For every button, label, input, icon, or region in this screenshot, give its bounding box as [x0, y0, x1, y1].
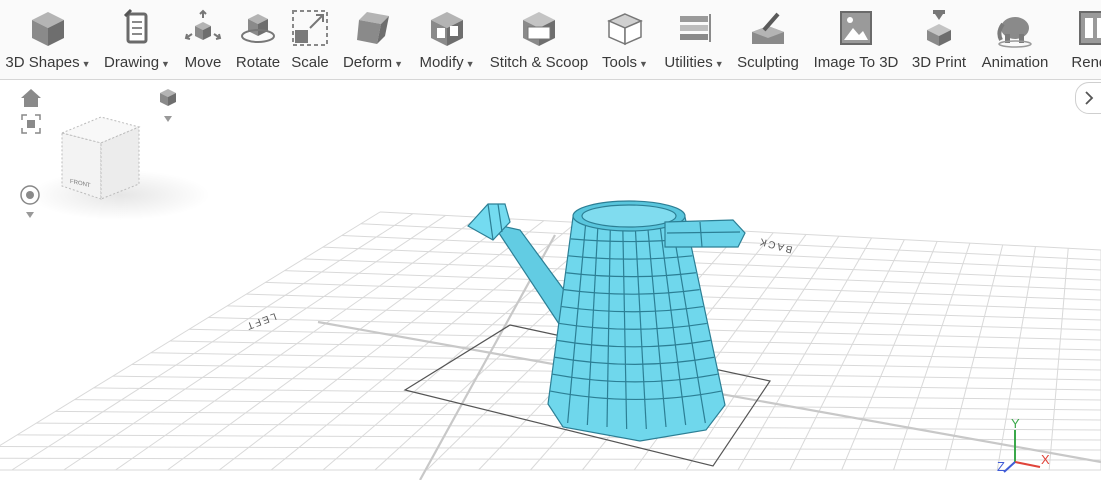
- toolbar-deform-label: Deform: [342, 54, 393, 71]
- toolbar-animation-button[interactable]: Animation: [977, 0, 1053, 78]
- grid-label-back: BACK: [757, 235, 794, 255]
- home-icon[interactable]: [20, 88, 42, 108]
- 3d-viewport[interactable]: LEFT BACK FRONT Y X Z: [0, 80, 1101, 480]
- toolbar-tools-button[interactable]: Tools ▼: [598, 0, 652, 78]
- toolbar-deform-button[interactable]: Deform ▼: [338, 0, 408, 78]
- axis-z-label: Z: [997, 459, 1005, 474]
- toolbar-utilities-label: Utilities: [664, 54, 713, 71]
- toolbar-stitch-scoop-label: Stitch & Scoop: [489, 54, 589, 71]
- printer-3d-icon: [927, 10, 951, 46]
- toolbar-rotate-button[interactable]: Rotate: [232, 0, 284, 78]
- view-cube[interactable]: FRONT: [60, 116, 141, 200]
- scene-canvas[interactable]: LEFT BACK FRONT Y X Z: [0, 80, 1101, 480]
- toolbar-render-button[interactable]: Render: [1060, 0, 1101, 78]
- elephant-animation-icon: [997, 17, 1032, 48]
- stitch-scoop-icon: [523, 12, 555, 46]
- toolbar-drawing-button[interactable]: Drawing ▼: [97, 0, 177, 78]
- chevron-down-icon: ▼: [394, 59, 404, 69]
- toolbar-drawing-label: Drawing: [104, 54, 160, 71]
- toolbar-image-to-3d-button[interactable]: Image To 3D: [810, 0, 902, 78]
- grid-line: [789, 239, 905, 471]
- toolbar-move-button[interactable]: Move: [180, 0, 226, 78]
- watering-can-model[interactable]: [467, 200, 746, 442]
- toolbar-stitch-scoop-button[interactable]: Stitch & Scoop: [487, 0, 591, 78]
- toolbar-3d-shapes-button[interactable]: 3D Shapes ▼: [0, 0, 96, 78]
- toolbar-rotate-label: Rotate: [235, 54, 281, 71]
- move-arrows-icon: [184, 9, 222, 40]
- toolbar-modify-label: Modify: [419, 54, 464, 71]
- chevron-down-icon: ▼: [639, 59, 648, 69]
- toolbar-sculpting-button[interactable]: Sculpting: [734, 0, 802, 78]
- utilities-layers-icon: [680, 14, 711, 42]
- grid-line: [841, 241, 938, 471]
- drawing-tablet-icon: [123, 8, 148, 44]
- toolbar-render-label: Render: [1071, 54, 1101, 71]
- toolbar-3d-print-label: 3D Print: [911, 54, 967, 71]
- grid-label-left: LEFT: [243, 310, 277, 331]
- cube-icon: [32, 12, 64, 46]
- toolbar-scale-label: Scale: [291, 54, 329, 71]
- chevron-down-icon: ▼: [714, 59, 724, 69]
- orbit-settings-icon[interactable]: [18, 184, 42, 220]
- toolbar-3d-print-button[interactable]: 3D Print: [908, 0, 970, 78]
- image-picture-icon: [840, 11, 872, 45]
- chevron-down-icon: ▼: [81, 59, 91, 69]
- toolbar-scale-button[interactable]: Scale: [289, 0, 331, 78]
- render-frame-icon: [1079, 11, 1101, 45]
- scale-box-icon: [292, 10, 328, 46]
- toolbar-tools-label: Tools: [602, 54, 638, 71]
- chevron-down-icon: ▼: [465, 59, 475, 69]
- fit-view-icon[interactable]: [20, 113, 42, 135]
- toolbar-modify-button[interactable]: Modify ▼: [414, 0, 480, 78]
- view-mode-icon[interactable]: [156, 86, 180, 124]
- modify-cube-icon: [431, 12, 463, 46]
- sculpting-brush-icon: [752, 12, 784, 44]
- axis-y-label: Y: [1011, 416, 1020, 431]
- tools-box-icon: [607, 13, 643, 46]
- chevron-down-icon: ▼: [161, 59, 170, 69]
- main-toolbar: 3D Shapes ▼ Drawing ▼ Move Rotate Scale …: [0, 0, 1101, 80]
- toolbar-animation-label: Animation: [981, 54, 1049, 71]
- toolbar-image-to-3d-label: Image To 3D: [813, 54, 899, 71]
- toolbar-utilities-button[interactable]: Utilities ▼: [660, 0, 728, 78]
- panel-collapse-button[interactable]: [1075, 82, 1101, 114]
- grid-line: [17, 434, 1101, 441]
- grid-line: [0, 457, 1101, 461]
- deform-cube-icon: [357, 12, 389, 44]
- toolbar-3d-shapes-label: 3D Shapes: [5, 54, 80, 71]
- axis-x-label: X: [1041, 452, 1050, 467]
- toolbar-move-label: Move: [184, 54, 222, 71]
- toolbar-sculpting-label: Sculpting: [737, 54, 799, 71]
- ground-grid: [0, 211, 1101, 471]
- chevron-right-icon: [1085, 91, 1094, 105]
- grid-line: [737, 237, 873, 471]
- rotate-cube-icon: [241, 14, 275, 43]
